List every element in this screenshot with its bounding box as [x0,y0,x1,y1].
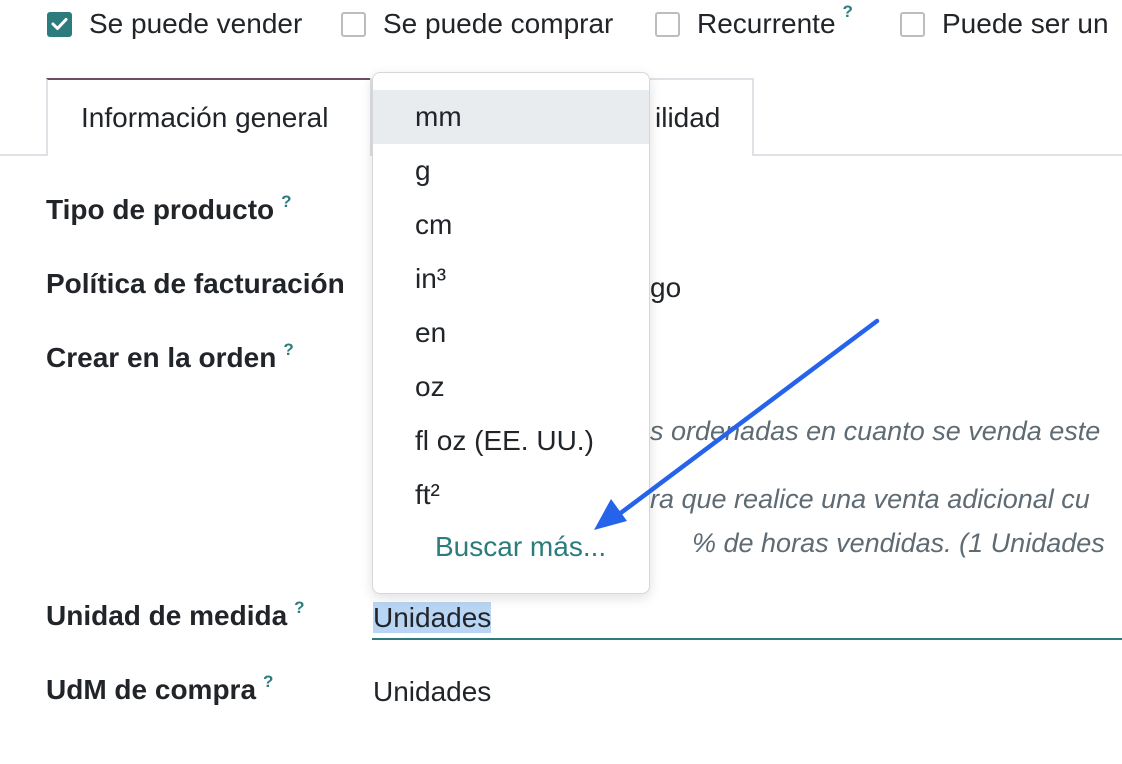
annotation-arrow-icon [594,318,880,530]
